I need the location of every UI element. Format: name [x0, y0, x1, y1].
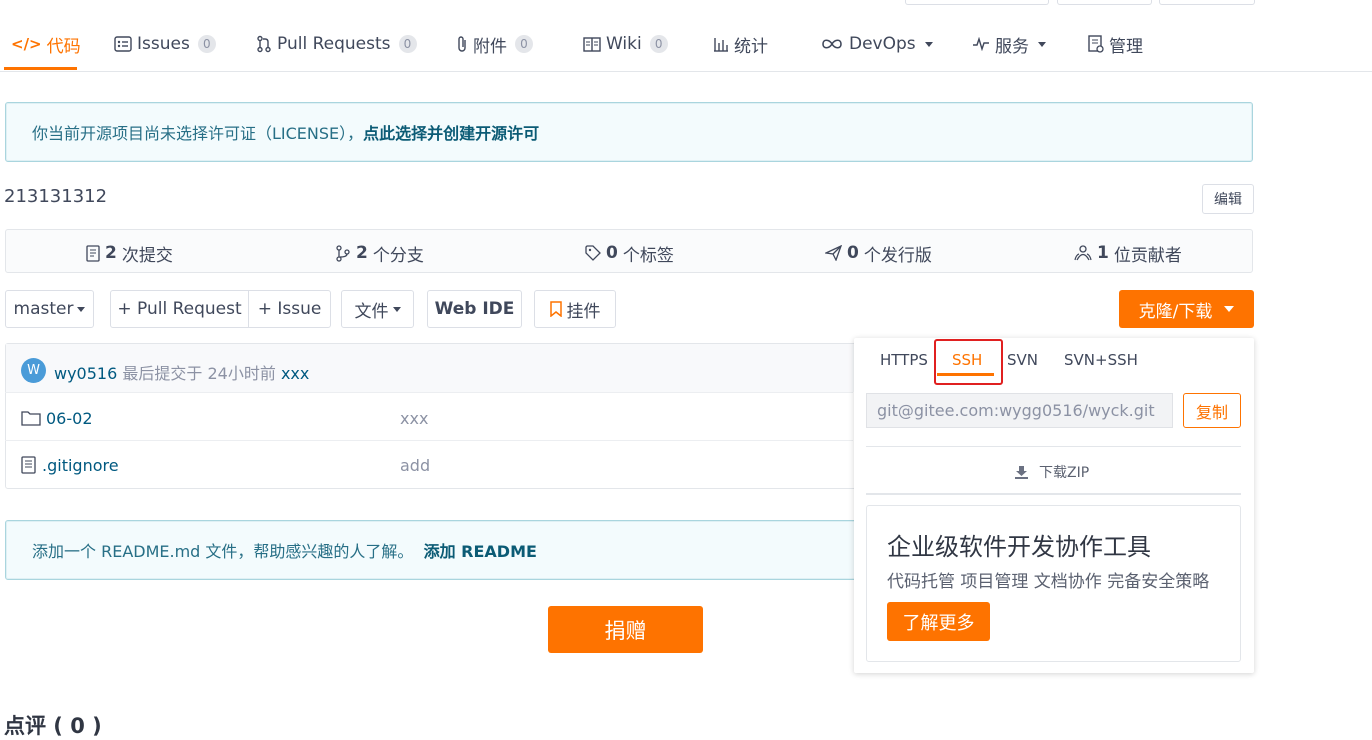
download-icon: [1015, 465, 1028, 479]
chevron-down-icon: [77, 306, 86, 312]
file-row[interactable]: 06-02: [21, 407, 93, 429]
comments-title: 点评 ( 0 ): [4, 714, 102, 738]
clone-url-field[interactable]: [866, 393, 1173, 428]
latest-commit-info: wy0516 最后提交于 24小时前 xxx: [54, 364, 310, 383]
divider: [866, 446, 1241, 447]
service-icon: [973, 37, 989, 51]
promo-description: 代码托管 项目管理 文档协作 完备安全策略: [887, 572, 1210, 592]
bookmark-icon: [549, 301, 562, 317]
tab-wiki[interactable]: Wiki 0: [583, 30, 668, 58]
divider: [5, 392, 853, 393]
tab-devops[interactable]: DevOps: [820, 30, 933, 58]
code-icon: </>: [11, 35, 42, 53]
pull-request-icon: [257, 35, 271, 53]
new-pull-request-button[interactable]: + Pull Request: [110, 290, 249, 328]
chevron-down-icon: [924, 41, 933, 47]
file-icon: [21, 456, 36, 474]
edit-description-button[interactable]: 编辑: [1202, 184, 1254, 214]
attachments-count: 0: [515, 35, 533, 53]
stat-branches[interactable]: 2 个分支: [335, 240, 424, 266]
tab-svn[interactable]: SVN: [1007, 351, 1038, 369]
create-license-link[interactable]: 点此选择并创建开源许可: [363, 120, 539, 144]
repo-description: 213131312: [4, 186, 108, 207]
tab-pull-requests[interactable]: Pull Requests 0: [256, 30, 417, 58]
tab-https[interactable]: HTTPS: [880, 351, 928, 369]
chevron-down-icon: [1038, 41, 1046, 47]
repo-tab-bar: </> 代码 Issues 0 Pull Requests 0 附件 0 Wiki 0 …: [0, 0, 1372, 72]
tab-issues[interactable]: Issues 0: [114, 30, 216, 58]
download-zip-link[interactable]: 下载ZIP: [1014, 462, 1089, 482]
divider: [866, 493, 1241, 495]
chevron-down-icon: [1224, 306, 1235, 312]
commit-author-link[interactable]: wy0516: [54, 364, 117, 383]
file-commit-message[interactable]: add: [400, 456, 430, 475]
tab-attachments[interactable]: 附件 0: [456, 30, 533, 58]
stat-tags[interactable]: 0 个标签: [585, 240, 674, 266]
tab-service[interactable]: 服务: [972, 30, 1046, 58]
wiki-count: 0: [649, 35, 668, 53]
widget-button[interactable]: 挂件: [534, 290, 616, 328]
folder-icon: [21, 411, 41, 426]
commit-message-link[interactable]: xxx: [281, 364, 309, 383]
pull-requests-count: 0: [398, 35, 417, 53]
add-readme-link[interactable]: 添加 README: [424, 538, 537, 562]
clone-download-button[interactable]: 克隆/下载: [1119, 290, 1254, 328]
stat-commits[interactable]: 2 次提交: [86, 240, 173, 266]
tag-icon: [585, 245, 601, 261]
wiki-icon: [583, 36, 601, 52]
stats-icon: [714, 38, 728, 52]
contributors-icon: [1074, 245, 1092, 261]
attachment-icon: [458, 36, 466, 52]
commit-icon: [86, 244, 100, 262]
branch-icon: [336, 244, 350, 262]
stat-contributors[interactable]: 1 位贡献者: [1074, 240, 1182, 266]
tab-code[interactable]: </> 代码: [11, 30, 81, 58]
license-notice: 你当前开源项目尚未选择许可证（LICENSE）， 点此选择并创建开源许可: [5, 102, 1253, 162]
release-icon: [825, 245, 842, 261]
donate-button[interactable]: 捐赠: [548, 606, 703, 653]
branch-select[interactable]: master: [5, 290, 94, 328]
new-issue-button[interactable]: + Issue: [248, 290, 331, 328]
file-menu-button[interactable]: 文件: [341, 290, 414, 328]
devops-icon: [822, 39, 842, 49]
copy-button[interactable]: 复制: [1183, 393, 1241, 428]
learn-more-button[interactable]: 了解更多: [887, 602, 990, 641]
manage-icon: [1088, 35, 1104, 53]
stat-releases[interactable]: 0 个发行版: [825, 240, 932, 266]
tab-manage[interactable]: 管理: [1088, 30, 1143, 58]
highlight-box: [934, 339, 1003, 385]
divider: [5, 440, 853, 441]
avatar[interactable]: W: [21, 358, 46, 383]
web-ide-button[interactable]: Web IDE: [427, 290, 522, 328]
issues-count: 0: [197, 35, 216, 53]
tab-stats[interactable]: 统计: [713, 30, 768, 58]
chevron-down-icon: [392, 306, 401, 312]
file-row[interactable]: .gitignore: [21, 454, 119, 476]
file-commit-message[interactable]: xxx: [400, 409, 428, 428]
issues-icon: [114, 36, 132, 52]
promo-title: 企业级软件开发协作工具: [887, 533, 1151, 561]
active-tab-indicator: [4, 67, 77, 70]
tab-svn-ssh[interactable]: SVN+SSH: [1064, 351, 1138, 369]
